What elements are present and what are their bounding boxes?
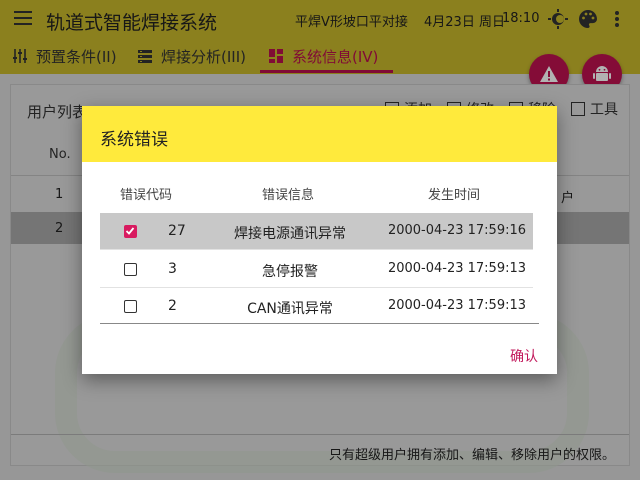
row-checkbox[interactable]: [124, 263, 137, 276]
error-message: 急停报警: [262, 264, 318, 280]
error-code: 2: [168, 298, 177, 314]
check-icon: [125, 227, 135, 235]
error-code: 27: [168, 223, 186, 239]
system-error-dialog: 系统错误 错误代码 错误信息 发生时间 27 焊接电源通讯异常 2000-04-…: [82, 106, 557, 374]
error-message: 焊接电源通讯异常: [234, 226, 346, 242]
column-error-code: 错误代码: [120, 188, 173, 203]
error-time: 2000-04-23 17:59:16: [387, 223, 527, 238]
error-time: 2000-04-23 17:59:13: [387, 261, 527, 276]
dialog-header: 系统错误: [82, 106, 557, 162]
confirm-button[interactable]: 确认: [510, 346, 538, 366]
error-row[interactable]: 27 焊接电源通讯异常 2000-04-23 17:59:16: [100, 213, 533, 250]
error-time: 2000-04-23 17:59:13: [387, 298, 527, 313]
error-row[interactable]: 2 CAN通讯异常 2000-04-23 17:59:13: [100, 288, 533, 325]
error-row[interactable]: 3 急停报警 2000-04-23 17:59:13: [100, 251, 533, 288]
column-error-time: 发生时间: [428, 188, 481, 203]
column-error-message: 错误信息: [262, 188, 315, 203]
divider: [100, 323, 539, 324]
row-checkbox[interactable]: [124, 300, 137, 313]
error-message: CAN通讯异常: [247, 301, 333, 317]
row-checkbox[interactable]: [124, 225, 137, 238]
error-code: 3: [168, 261, 177, 277]
dialog-title: 系统错误: [100, 130, 168, 150]
